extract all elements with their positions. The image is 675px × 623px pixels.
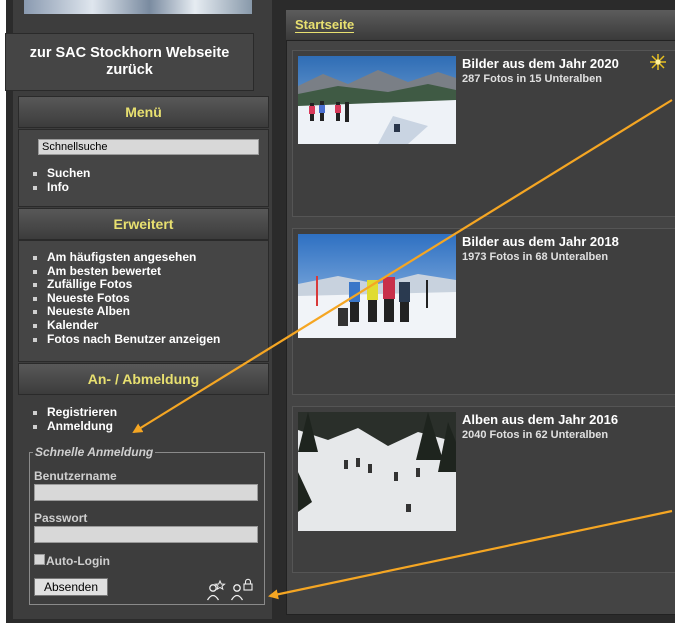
back-link-text[interactable]: zur SAC Stockhorn Webseite zurück	[30, 45, 230, 78]
password-label: Passwort	[34, 511, 88, 525]
user-lock-icon[interactable]	[230, 578, 258, 602]
back-to-website-link[interactable]: zur SAC Stockhorn Webseite zurück	[5, 33, 254, 91]
extended-item-calendar[interactable]: Kalender	[33, 318, 220, 333]
quick-search-input[interactable]: Schnellsuche	[38, 139, 259, 155]
extended-item-newest-albums[interactable]: Neueste Alben	[33, 305, 220, 319]
quick-login-legend: Schnelle Anmeldung	[33, 445, 156, 459]
password-input[interactable]	[34, 526, 258, 543]
menu-list: Suchen Info	[33, 166, 90, 195]
album-title[interactable]: Bilder aus dem Jahr 2018	[462, 234, 619, 249]
header-image	[24, 0, 252, 14]
album-info: 287 Fotos in 15 Unteralben	[462, 73, 602, 85]
extended-item-most-viewed[interactable]: Am häufigsten angesehen	[33, 250, 220, 265]
album-thumbnail[interactable]	[298, 412, 456, 531]
autologin-checkbox[interactable]	[34, 554, 45, 565]
menu-heading: Menü	[18, 96, 269, 128]
extended-item-photos-by-user[interactable]: Fotos nach Benutzer anzeigen	[33, 332, 220, 347]
login-item-register[interactable]: Registrieren	[33, 405, 117, 420]
breadcrumb: Startseite	[286, 10, 675, 41]
album-info: 2040 Fotos in 62 Unteralben	[462, 429, 609, 441]
extended-heading: Erweitert	[18, 208, 269, 240]
autologin-label: Auto-Login	[46, 554, 110, 568]
album-title[interactable]: Bilder aus dem Jahr 2020	[462, 56, 619, 71]
login-list: Registrieren Anmeldung	[33, 405, 117, 434]
menu-item-info[interactable]: Info	[33, 180, 90, 195]
login-item-login[interactable]: Anmeldung	[33, 419, 117, 434]
extended-list: Am häufigsten angesehen Am besten bewert…	[33, 250, 220, 347]
album-title[interactable]: Alben aus dem Jahr 2016	[462, 412, 618, 427]
album-thumbnail[interactable]	[298, 234, 456, 338]
extended-item-random[interactable]: Zufällige Fotos	[33, 278, 220, 292]
login-heading: An- / Abmeldung	[18, 363, 269, 395]
submit-button[interactable]: Absenden	[34, 578, 108, 596]
menu-item-suchen[interactable]: Suchen	[33, 166, 90, 181]
album-info: 1973 Fotos in 68 Unteralben	[462, 251, 609, 263]
album-thumbnail[interactable]	[298, 56, 456, 144]
username-input[interactable]	[34, 484, 258, 501]
username-label: Benutzername	[34, 469, 117, 483]
extended-item-top-rated[interactable]: Am besten bewertet	[33, 264, 220, 279]
sparkle-icon	[650, 54, 666, 70]
breadcrumb-home-link[interactable]: Startseite	[295, 18, 355, 33]
extended-item-newest-photos[interactable]: Neueste Fotos	[33, 291, 220, 306]
